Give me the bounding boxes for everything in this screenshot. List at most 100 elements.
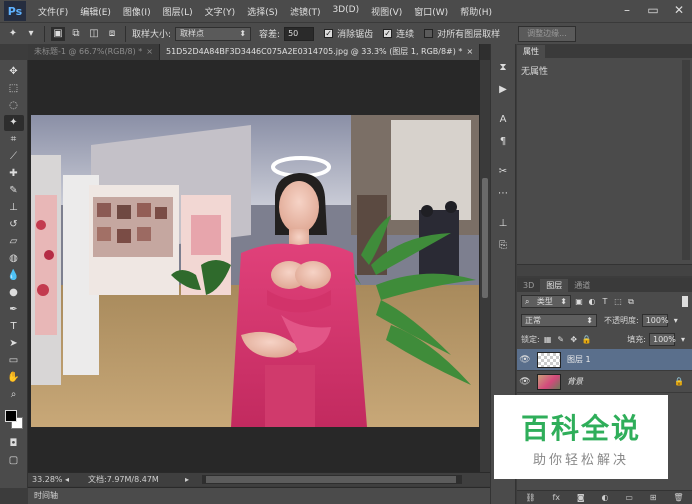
tolerance-input[interactable]: 50 xyxy=(284,26,315,41)
zoom-icon[interactable]: ⌕ xyxy=(4,387,24,403)
fill-chevron-icon[interactable]: ▾ xyxy=(678,334,688,345)
smart-object-filter-icon[interactable]: ⧉ xyxy=(626,296,636,307)
screen-mode-icon[interactable]: ▢ xyxy=(4,453,24,469)
trash-icon[interactable]: 🗑 xyxy=(673,493,683,502)
brush-icon[interactable]: ✎ xyxy=(4,183,24,199)
menu-item[interactable]: 滤镜(T) xyxy=(284,5,327,18)
paint-bucket-icon[interactable]: ◍ xyxy=(4,251,24,267)
menu-item[interactable]: 窗口(W) xyxy=(408,5,454,18)
layer-filter-select[interactable]: ⌕ 类型 ⬍ xyxy=(521,295,571,308)
tool-preset-dropdown-icon[interactable]: ▾ xyxy=(24,27,38,41)
restore-button[interactable]: ▭ xyxy=(644,2,662,18)
filter-toggle-icon[interactable] xyxy=(682,296,688,307)
add-selection-icon[interactable]: ⧉ xyxy=(69,27,83,41)
lock-transparency-icon[interactable]: ▦ xyxy=(543,334,553,345)
move-icon[interactable]: ✥ xyxy=(4,64,24,80)
lock-position-icon[interactable]: ✥ xyxy=(569,334,579,345)
status-menu-icon[interactable]: ▸ xyxy=(182,475,192,484)
menu-item[interactable]: 文件(F) xyxy=(32,5,74,18)
adjustment-icon[interactable]: ◐ xyxy=(601,493,608,502)
eyedropper-icon[interactable]: ⟋ xyxy=(4,149,24,165)
pixel-filter-icon[interactable]: ▣ xyxy=(574,296,584,307)
opacity-input[interactable]: 100% xyxy=(641,314,669,327)
history-panel-icon[interactable]: ⧗ xyxy=(494,60,512,76)
dodge-icon[interactable]: ● xyxy=(4,285,24,301)
properties-scrollbar[interactable] xyxy=(682,60,690,260)
healing-brush-icon[interactable]: ✚ xyxy=(4,166,24,182)
hand-icon[interactable]: ✋ xyxy=(4,370,24,386)
character-panel-icon[interactable]: A xyxy=(494,112,512,128)
actions-panel-icon[interactable]: ▶ xyxy=(494,82,512,98)
mask-icon[interactable]: ◙ xyxy=(577,493,585,502)
menu-item[interactable]: 帮助(H) xyxy=(454,5,498,18)
tab-properties[interactable]: 属性 xyxy=(517,45,545,58)
layer-row[interactable]: 👁 背景 🔒 xyxy=(517,371,692,393)
type-filter-icon[interactable]: T xyxy=(600,296,610,307)
layer-name[interactable]: 背景 xyxy=(567,376,583,387)
eraser-icon[interactable]: ▱ xyxy=(4,234,24,250)
refine-edge-button[interactable]: 调整边缘... xyxy=(518,25,576,42)
marquee-icon[interactable]: ⬚ xyxy=(4,81,24,97)
clone-stamp-icon[interactable]: ⊥ xyxy=(4,200,24,216)
fx-icon[interactable]: fx xyxy=(552,493,560,502)
foreground-color-swatch[interactable] xyxy=(4,410,17,422)
swatches-panel-icon[interactable]: ⎘ xyxy=(494,238,512,254)
menu-item[interactable]: 编辑(E) xyxy=(74,5,117,18)
layer-row[interactable]: 👁 图层 1 xyxy=(517,349,692,371)
timeline-panel-tab[interactable]: 时间轴 xyxy=(28,487,490,504)
menu-item[interactable]: 视图(V) xyxy=(365,5,408,18)
visibility-eye-icon[interactable]: 👁 xyxy=(517,377,533,387)
tab-3d[interactable]: 3D xyxy=(517,279,540,292)
new-selection-icon[interactable]: ▣ xyxy=(51,26,65,41)
new-layer-icon[interactable]: ⊞ xyxy=(650,493,657,502)
shape-icon[interactable]: ▭ xyxy=(4,353,24,369)
tool-preset-icon[interactable]: ✦ xyxy=(6,27,20,41)
type-icon[interactable]: T xyxy=(4,319,24,335)
vertical-scrollbar[interactable] xyxy=(480,60,490,472)
zoom-field[interactable]: 33.28% xyxy=(28,475,63,484)
blur-icon[interactable]: 💧 xyxy=(4,268,24,284)
menu-item[interactable]: 选择(S) xyxy=(241,5,284,18)
lock-pixels-icon[interactable]: ✎ xyxy=(556,334,566,345)
group-icon[interactable]: ▭ xyxy=(625,493,633,502)
adjustment-filter-icon[interactable]: ◐ xyxy=(587,296,597,307)
minimize-button[interactable]: – xyxy=(618,2,636,18)
sample-all-layers-checkbox[interactable] xyxy=(424,29,434,38)
contiguous-checkbox[interactable]: ✓ xyxy=(383,29,393,38)
tab-untitled[interactable]: 未标题-1 @ 66.7%(RGB/8) * × xyxy=(28,44,160,60)
shape-filter-icon[interactable]: ⬚ xyxy=(613,296,623,307)
magic-wand-icon[interactable]: ✦ xyxy=(3,115,24,131)
antialias-checkbox[interactable]: ✓ xyxy=(324,29,334,38)
tool-presets-icon[interactable]: ✂ xyxy=(494,164,512,180)
fill-input[interactable]: 100% xyxy=(649,333,676,346)
paragraph-panel-icon[interactable]: ¶ xyxy=(494,134,512,150)
document-image[interactable] xyxy=(31,115,479,427)
layer-name[interactable]: 图层 1 xyxy=(567,354,591,365)
menu-item[interactable]: 3D(D) xyxy=(326,5,365,18)
history-brush-icon[interactable]: ↺ xyxy=(4,217,24,233)
lasso-icon[interactable]: ◌ xyxy=(4,98,24,114)
clone-source-icon[interactable]: ⊥ xyxy=(494,216,512,232)
tab-channels[interactable]: 通道 xyxy=(568,279,596,292)
opacity-chevron-icon[interactable]: ▾ xyxy=(671,315,681,326)
canvas-area[interactable] xyxy=(28,60,480,472)
close-icon[interactable]: × xyxy=(466,47,473,56)
subtract-selection-icon[interactable]: ◫ xyxy=(87,27,101,41)
crop-icon[interactable]: ⌗ xyxy=(4,132,24,148)
pen-icon[interactable]: ✒ xyxy=(4,302,24,318)
menu-item[interactable]: 图层(L) xyxy=(157,5,199,18)
menu-item[interactable]: 文字(Y) xyxy=(199,5,242,18)
intersect-selection-icon[interactable]: ⧈ xyxy=(105,27,119,41)
brush-panel-icon[interactable]: ⋯ xyxy=(494,186,512,202)
scrollbar-thumb[interactable] xyxy=(206,476,456,483)
scrollbar-thumb[interactable] xyxy=(482,178,488,298)
status-info-icon[interactable]: ◂ xyxy=(62,475,72,484)
tab-layers[interactable]: 图层 xyxy=(540,279,569,292)
blend-mode-select[interactable]: 正常 ⬍ xyxy=(521,314,597,327)
path-selection-icon[interactable]: ➤ xyxy=(4,336,24,352)
close-icon[interactable]: × xyxy=(146,47,153,56)
horizontal-scrollbar[interactable] xyxy=(202,475,462,484)
menu-item[interactable]: 图像(I) xyxy=(117,5,157,18)
visibility-eye-icon[interactable]: 👁 xyxy=(517,355,533,365)
lock-all-icon[interactable]: 🔒 xyxy=(582,334,592,345)
